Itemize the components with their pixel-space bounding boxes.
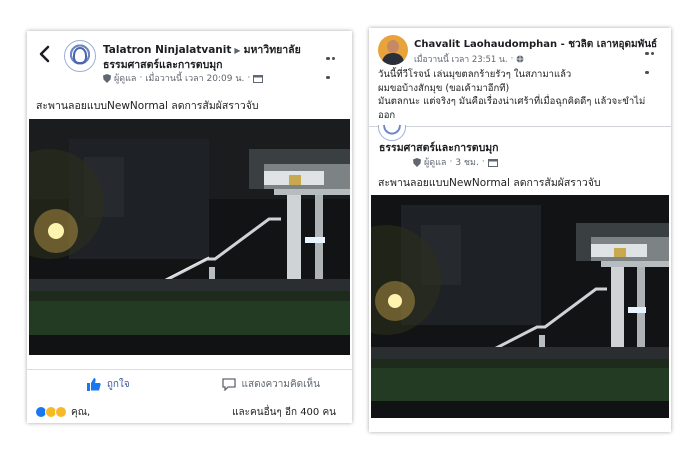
group-avatar[interactable] xyxy=(64,40,96,72)
shared-time[interactable]: 3 ชม. xyxy=(455,155,479,169)
calendar-icon xyxy=(253,74,264,83)
body-line: ผมขอบ้างสักมุข (ขอเค้ามาอีกที) xyxy=(378,82,510,94)
more-icon[interactable] xyxy=(645,40,661,74)
left-post-card: Talatron Ninjalatvanit ▶ มหาวิทยาลัย ธรรมศ… xyxy=(27,31,352,423)
author-name[interactable]: Chavalit Laohaudomphan - ชวลิต เลาหอุดมพ… xyxy=(414,37,657,52)
post-meta: เมื่อวานนี้ เวลา 23:51 น. · xyxy=(414,52,524,66)
group-name[interactable]: มหาวิทยาลัย xyxy=(244,44,301,56)
post-actions: ถูกใจ แสดงความคิดเห็น xyxy=(27,369,352,399)
body-line: ออก xyxy=(378,109,396,121)
shield-icon xyxy=(413,157,421,167)
post-photo[interactable] xyxy=(29,119,350,355)
post-time[interactable]: เมื่อวานนี้ เวลา 20:09 น. xyxy=(145,71,244,85)
comment-label: แสดงความคิดเห็น xyxy=(241,379,320,390)
author-avatar[interactable] xyxy=(378,35,408,65)
post-body: วันนี้ที่วีโรจน์ เล่นมุขตลกร้ายรัวๆ ในสภ… xyxy=(378,68,645,122)
like-label: ถูกใจ xyxy=(106,379,130,390)
shared-post-meta: ผู้ดูแล · 3 ชม. · xyxy=(413,155,498,169)
shared-page-name[interactable]: ธรรมศาสตร์และการตบมุก xyxy=(379,139,499,156)
reactions-summary[interactable]: คุณ, และคนอื่นๆ อีก 400 คน xyxy=(35,404,344,420)
globe-icon xyxy=(516,55,524,63)
arrow-icon: ▶ xyxy=(234,46,241,55)
calendar-icon xyxy=(487,158,498,167)
reaction-count: และคนอื่นๆ อีก 400 คน xyxy=(232,406,336,418)
more-icon[interactable] xyxy=(326,45,342,79)
shared-post-divider xyxy=(369,126,671,127)
post-meta: ผู้ดูแล · เมื่อวานนี้ เวลา 20:09 น. · xyxy=(103,71,264,85)
shared-post-photo[interactable] xyxy=(371,195,669,418)
back-arrow-icon[interactable] xyxy=(37,45,51,63)
reactors-text: คุณ, xyxy=(71,406,91,418)
like-button[interactable]: ถูกใจ xyxy=(27,370,190,399)
like-icon xyxy=(86,378,101,391)
sad-reaction-icon xyxy=(55,406,67,418)
left-post-header: Talatron Ninjalatvanit ▶ มหาวิทยาลัย ธรรมศ… xyxy=(27,31,352,87)
right-post-card: Chavalit Laohaudomphan - ชวลิต เลาหอุดมพ… xyxy=(369,28,671,432)
body-line: วันนี้ที่วีโรจน์ เล่นมุขตลกร้ายรัวๆ ในสภ… xyxy=(378,69,572,80)
post-time[interactable]: เมื่อวานนี้ เวลา 23:51 น. xyxy=(414,52,508,66)
role-label: ผู้ดูแล xyxy=(424,158,447,168)
post-caption: สะพานลอยแบบNewNormal ลดการสัมผัสราวจับ xyxy=(36,100,259,112)
body-line: มันตลกนะ แต่จริงๆ มันคือเรื่องน่าเศร้าที… xyxy=(378,96,646,107)
comment-icon xyxy=(221,378,236,391)
author-name[interactable]: Talatron Ninjalatvanit xyxy=(103,44,231,56)
role-label: ผู้ดูแล xyxy=(114,74,137,84)
shared-caption: สะพานลอยแบบNewNormal ลดการสัมผัสราวจับ xyxy=(378,177,601,189)
shield-icon xyxy=(103,73,111,83)
comment-button[interactable]: แสดงความคิดเห็น xyxy=(190,370,353,399)
